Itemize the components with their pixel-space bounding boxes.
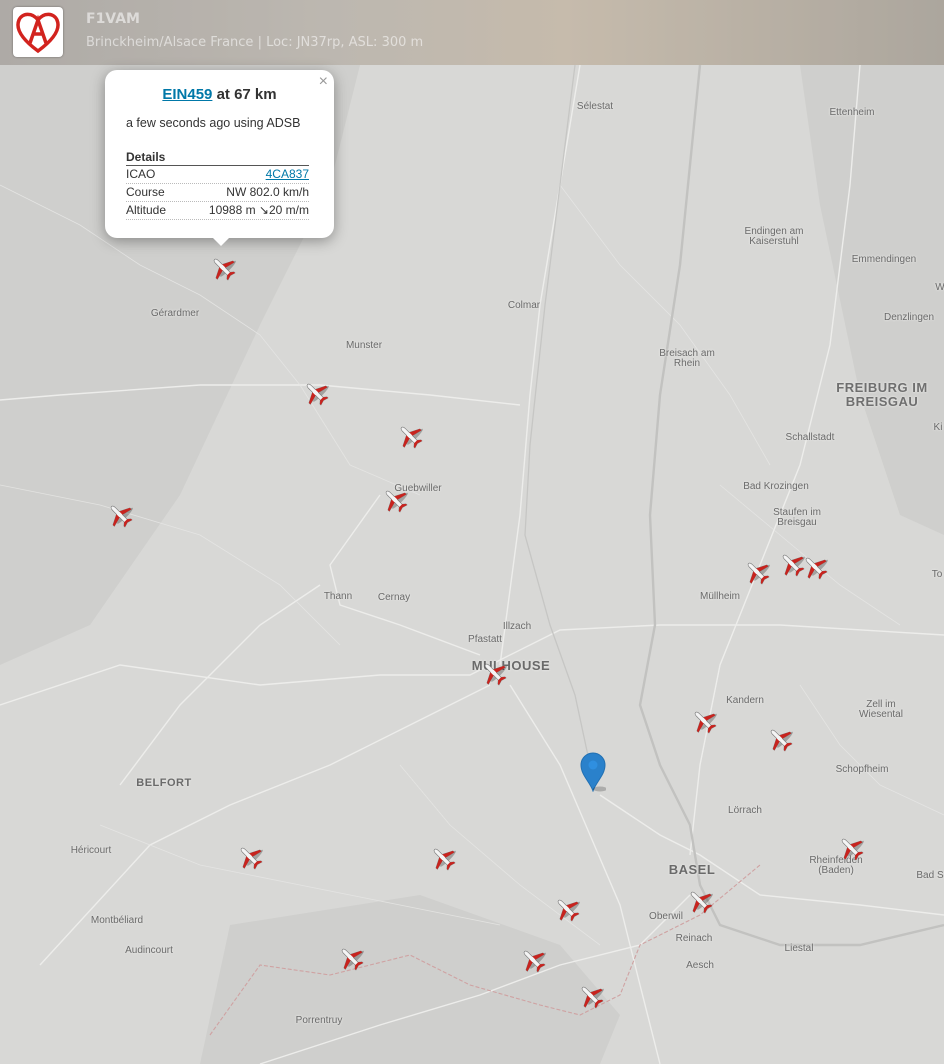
detail-label: Course (126, 185, 165, 199)
place-label: Montbéliard (90, 915, 144, 926)
airplane-icon[interactable] (685, 886, 715, 916)
airplane-icon[interactable] (105, 500, 135, 530)
detail-row: ICAO 4CA837 (126, 166, 309, 184)
airplane-icon[interactable] (836, 833, 866, 863)
airplane-icon[interactable] (479, 658, 509, 688)
place-label: Audincourt (125, 945, 173, 956)
popup-title: EIN459 at 67 km (105, 86, 334, 103)
airplane-icon[interactable] (235, 842, 265, 872)
place-label: Oberwil (649, 911, 683, 922)
airplane-icon[interactable] (576, 981, 606, 1011)
detail-row: Course NW 802.0 km/h (126, 184, 309, 202)
airplane-icon[interactable] (428, 843, 458, 873)
place-label: Colmar (507, 300, 541, 311)
map-pin-icon (580, 752, 607, 793)
place-label: Zell im Wiesental (859, 699, 903, 720)
place-label: Schopfheim (835, 764, 889, 775)
heart-a-logo (13, 7, 63, 57)
airplane-icon[interactable] (395, 421, 425, 451)
flight-link[interactable]: EIN459 (162, 86, 212, 103)
airplane-icon[interactable] (800, 552, 830, 582)
city-label: FREIBURG IM BREISGAU (836, 380, 928, 409)
place-label: Bad Krozingen (743, 481, 809, 492)
airplane-icon[interactable] (742, 557, 772, 587)
popup-distance: at 67 km (212, 86, 277, 103)
popup-last-seen: a few seconds ago using ADSB (126, 116, 301, 130)
airplane-icon[interactable] (208, 253, 238, 283)
place-label: Emmendingen (851, 254, 917, 265)
detail-value: 10988 m ↘20 m/m (208, 203, 309, 217)
place-label: Aesch (686, 960, 714, 971)
place-label: Reinach (675, 933, 713, 944)
detail-label: Altitude (126, 203, 167, 217)
place-label: Staufen im Breisgau (773, 507, 821, 528)
airplane-icon[interactable] (301, 378, 331, 408)
place-label: Kandern (726, 695, 764, 706)
aircraft-popup: × EIN459 at 67 km a few seconds ago usin… (105, 70, 334, 246)
airplane-icon[interactable] (689, 706, 719, 736)
place-label: Illzach (502, 621, 532, 632)
place-label: W (935, 282, 944, 293)
place-label: To (931, 569, 943, 580)
place-label: Denzlingen (883, 312, 935, 323)
airplane-icon[interactable] (765, 724, 795, 754)
detail-value: 4CA837 (266, 167, 309, 181)
header-photo-overlay (0, 0, 944, 65)
airplane-icon[interactable] (380, 485, 410, 515)
place-label: Ettenheim (829, 107, 875, 118)
place-label: Gérardmer (150, 308, 200, 319)
place-label: Breisach am Rhein (659, 348, 715, 369)
airplane-icon[interactable] (552, 894, 582, 924)
station-header: F1VAM Brinckheim/Alsace France | Loc: JN… (0, 0, 944, 65)
city-label: BELFORT (136, 777, 192, 789)
popup-tip (211, 236, 231, 246)
station-callsign: F1VAM (86, 11, 140, 27)
icao-link[interactable]: 4CA837 (266, 167, 309, 181)
place-label: Cernay (377, 592, 411, 603)
place-label: Sélestat (576, 101, 614, 112)
place-label: Lörrach (728, 805, 762, 816)
place-label: Ki (933, 422, 943, 433)
place-label: Endingen am Kaiserstuhl (744, 226, 804, 247)
place-label: Müllheim (699, 591, 741, 602)
details-heading: Details (126, 150, 309, 166)
place-label: Schallstadt (785, 432, 835, 443)
detail-label: ICAO (126, 167, 156, 181)
airplane-icon[interactable] (518, 945, 548, 975)
place-label: Munster (345, 340, 383, 351)
detail-value: NW 802.0 km/h (226, 185, 309, 199)
airplane-icon[interactable] (336, 943, 366, 973)
place-label: Porrentruy (295, 1015, 343, 1026)
place-label: Thann (323, 591, 353, 602)
place-label: Pfastatt (468, 634, 502, 645)
station-location: Brinckheim/Alsace France | Loc: JN37rp, … (86, 35, 424, 50)
place-label: Bad S (916, 870, 944, 881)
place-label: Liestal (784, 943, 814, 954)
detail-row: Altitude 10988 m ↘20 m/m (126, 202, 309, 220)
home-location-marker[interactable] (580, 752, 607, 793)
city-label: BASEL (668, 862, 716, 877)
place-label: Héricourt (70, 845, 112, 856)
